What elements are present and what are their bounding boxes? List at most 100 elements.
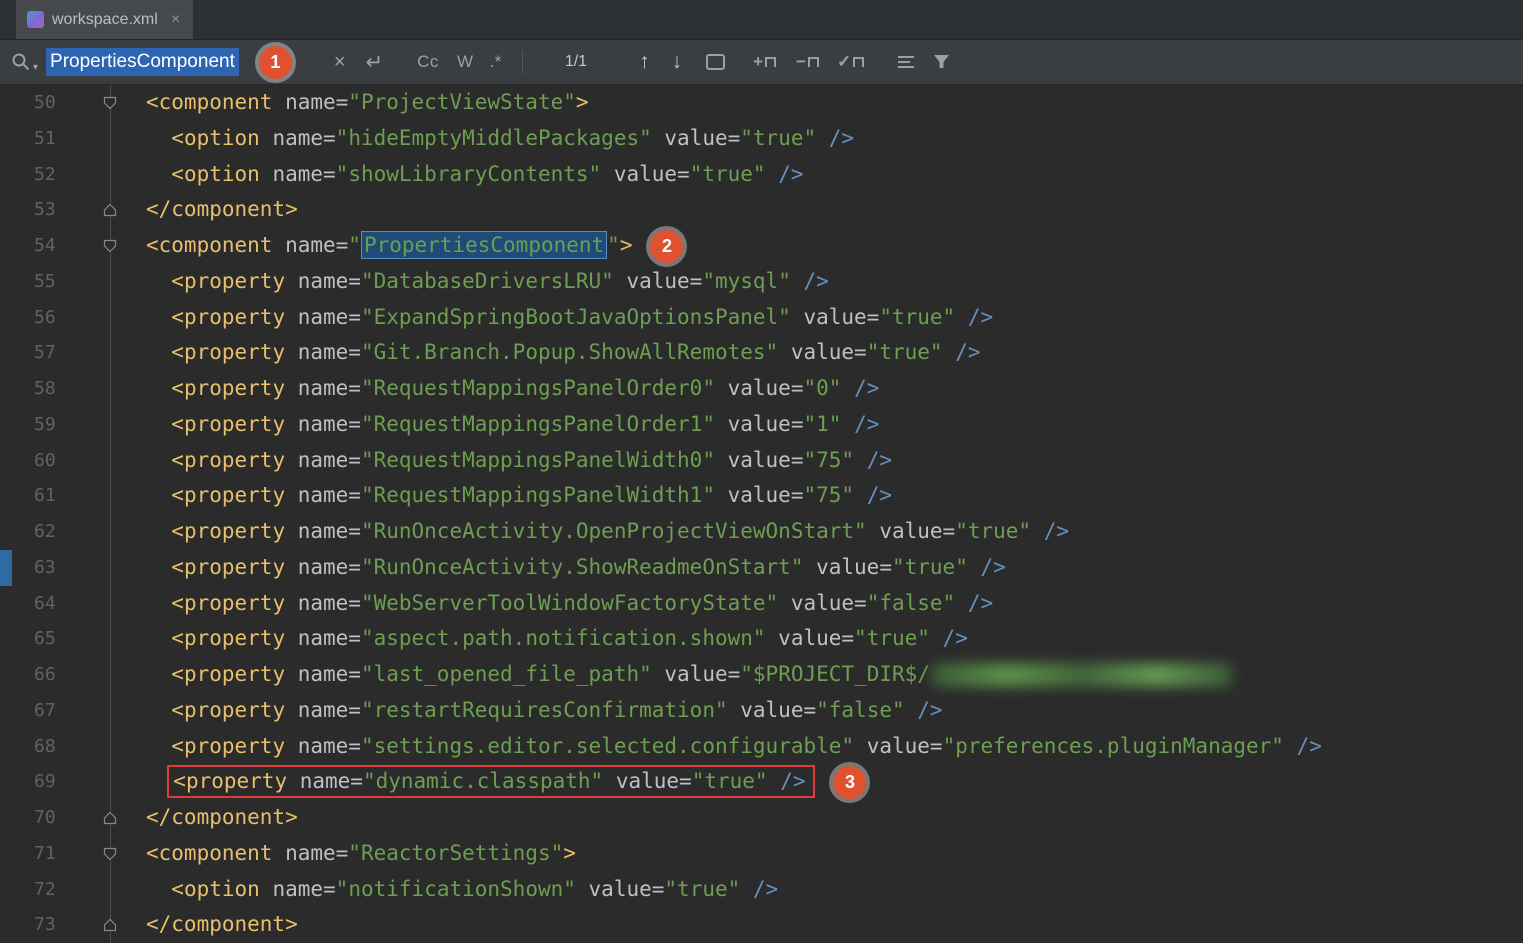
search-input[interactable]: PropertiesComponent xyxy=(46,48,239,76)
line-number[interactable]: 66 xyxy=(12,657,74,693)
line-number[interactable]: 50 xyxy=(12,85,74,121)
code-line[interactable]: 62 <property name="RunOnceActivity.OpenP… xyxy=(0,514,1523,550)
line-number[interactable]: 62 xyxy=(12,514,74,550)
line-number[interactable]: 68 xyxy=(12,729,74,765)
line-number[interactable]: 57 xyxy=(12,335,74,371)
check-glyph: ✓ xyxy=(837,52,851,72)
fold-start-icon[interactable] xyxy=(103,239,117,253)
code-line[interactable]: 52 <option name="showLibraryContents" va… xyxy=(0,157,1523,193)
edge-gutter xyxy=(0,621,12,657)
clear-search-icon[interactable]: × xyxy=(334,51,346,74)
regex-toggle[interactable]: .* xyxy=(489,52,501,72)
line-number[interactable]: 73 xyxy=(12,907,74,943)
line-number[interactable]: 69 xyxy=(12,764,74,800)
code-line[interactable]: 57 <property name="Git.Branch.Popup.Show… xyxy=(0,335,1523,371)
fold-start-icon[interactable] xyxy=(103,96,117,110)
fold-guide-line xyxy=(110,657,111,693)
fold-gutter[interactable] xyxy=(74,228,146,264)
annotation-red-box: <property name="dynamic.classpath" value… xyxy=(167,765,815,798)
search-history-caret-icon: ▾ xyxy=(33,63,38,73)
code-line[interactable]: 64 <property name="WebServerToolWindowFa… xyxy=(0,586,1523,622)
fold-gutter[interactable] xyxy=(74,836,146,872)
line-number[interactable]: 71 xyxy=(12,836,74,872)
code-line[interactable]: 54<component name="PropertiesComponent">… xyxy=(0,228,1523,264)
code-line[interactable]: 67 <property name="restartRequiresConfir… xyxy=(0,693,1523,729)
line-number[interactable]: 58 xyxy=(12,371,74,407)
line-number[interactable]: 61 xyxy=(12,478,74,514)
line-number[interactable]: 63 xyxy=(12,550,74,586)
tab-close-icon[interactable]: × xyxy=(171,11,180,29)
line-number[interactable]: 56 xyxy=(12,300,74,336)
change-marker xyxy=(0,550,12,586)
fold-guide-line xyxy=(110,371,111,407)
fold-end-icon[interactable] xyxy=(103,811,117,825)
line-number[interactable]: 59 xyxy=(12,407,74,443)
code-text: <option name="notificationShown" value="… xyxy=(146,872,778,908)
search-icon[interactable]: ▾ xyxy=(10,51,38,73)
remove-occurrence-icon[interactable]: − xyxy=(796,52,819,72)
new-line-icon[interactable]: ↵ xyxy=(366,50,384,75)
fold-gutter[interactable] xyxy=(74,907,146,943)
line-number[interactable]: 65 xyxy=(12,621,74,657)
editor-tab-bar: workspace.xml × xyxy=(0,0,1523,40)
minus-glyph: − xyxy=(796,52,806,72)
fold-gutter[interactable] xyxy=(74,192,146,228)
code-line[interactable]: 66 <property name="last_opened_file_path… xyxy=(0,657,1523,693)
previous-occurrence-button[interactable]: ↑ xyxy=(639,50,650,74)
line-number[interactable]: 67 xyxy=(12,693,74,729)
xml-file-icon xyxy=(27,11,44,28)
code-line[interactable]: 73</component> xyxy=(0,907,1523,943)
line-number[interactable]: 72 xyxy=(12,872,74,908)
select-all-occurrences-icon[interactable]: ✓ xyxy=(837,52,864,72)
code-line[interactable]: 51 <option name="hideEmptyMiddlePackages… xyxy=(0,121,1523,157)
tab-workspace-xml[interactable]: workspace.xml × xyxy=(16,0,193,39)
add-occurrence-icon[interactable]: + xyxy=(753,52,776,72)
fold-gutter[interactable] xyxy=(74,85,146,121)
code-line[interactable]: 68 <property name="settings.editor.selec… xyxy=(0,729,1523,765)
fold-guide-line xyxy=(110,121,111,157)
code-line[interactable]: 53 </component> xyxy=(0,192,1523,228)
edge-gutter xyxy=(0,335,12,371)
line-number[interactable]: 64 xyxy=(12,586,74,622)
code-line[interactable]: 55 <property name="DatabaseDriversLRU" v… xyxy=(0,264,1523,300)
code-line[interactable]: 72 <option name="notificationShown" valu… xyxy=(0,872,1523,908)
line-number[interactable]: 60 xyxy=(12,443,74,479)
whole-words-toggle[interactable]: W xyxy=(457,52,474,72)
next-occurrence-button[interactable]: ↓ xyxy=(672,50,683,74)
match-case-toggle[interactable]: Cc xyxy=(417,52,439,72)
code-text: </component> xyxy=(146,192,298,228)
open-results-icon[interactable] xyxy=(706,54,725,70)
code-text: <option name="hideEmptyMiddlePackages" v… xyxy=(146,121,854,157)
code-line[interactable]: 60 <property name="RequestMappingsPanelW… xyxy=(0,443,1523,479)
fold-end-icon[interactable] xyxy=(103,918,117,932)
line-number[interactable]: 53 xyxy=(12,192,74,228)
code-line[interactable]: 69 <property name="dynamic.classpath" va… xyxy=(0,764,1523,800)
line-number[interactable]: 52 xyxy=(12,157,74,193)
sort-lines-icon[interactable] xyxy=(898,56,914,68)
fold-start-icon[interactable] xyxy=(103,847,117,861)
filter-icon[interactable] xyxy=(934,55,950,69)
edge-gutter xyxy=(0,192,12,228)
code-line[interactable]: 63 <property name="RunOnceActivity.ShowR… xyxy=(0,550,1523,586)
annotation-badge-3: 3 xyxy=(833,766,866,799)
code-line[interactable]: 71<component name="ReactorSettings"> xyxy=(0,836,1523,872)
code-line[interactable]: 65 <property name="aspect.path.notificat… xyxy=(0,621,1523,657)
fold-gutter xyxy=(74,514,146,550)
line-number[interactable]: 51 xyxy=(12,121,74,157)
line-number[interactable]: 54 xyxy=(12,228,74,264)
code-line[interactable]: 59 <property name="RequestMappingsPanelO… xyxy=(0,407,1523,443)
code-line[interactable]: 50<component name="ProjectViewState"> xyxy=(0,85,1523,121)
code-line[interactable]: 70</component> xyxy=(0,800,1523,836)
code-text: <option name="showLibraryContents" value… xyxy=(146,157,804,193)
edge-gutter xyxy=(0,443,12,479)
fold-guide-line xyxy=(110,550,111,586)
fold-gutter[interactable] xyxy=(74,800,146,836)
line-number[interactable]: 70 xyxy=(12,800,74,836)
code-line[interactable]: 61 <property name="RequestMappingsPanelW… xyxy=(0,478,1523,514)
code-editor[interactable]: 50<component name="ProjectViewState">51 … xyxy=(0,85,1523,943)
line-number[interactable]: 55 xyxy=(12,264,74,300)
fold-end-icon[interactable] xyxy=(103,203,117,217)
code-text: <property name="last_opened_file_path" v… xyxy=(146,657,1232,693)
code-line[interactable]: 58 <property name="RequestMappingsPanelO… xyxy=(0,371,1523,407)
code-line[interactable]: 56 <property name="ExpandSpringBootJavaO… xyxy=(0,300,1523,336)
